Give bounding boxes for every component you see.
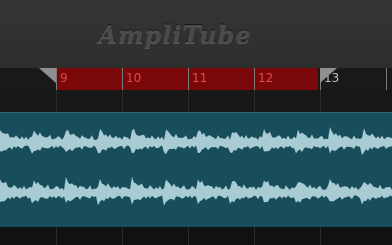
grid-line — [122, 90, 123, 112]
waveform-channel-right — [0, 176, 392, 206]
bar-line — [56, 68, 57, 90]
bar-line — [254, 68, 255, 90]
waveform-channel-left — [0, 127, 392, 155]
grid-line — [254, 227, 255, 245]
bar-line — [386, 68, 387, 90]
bar-label-12: 12 — [258, 71, 274, 85]
app-logo: AmpliTube — [98, 20, 252, 49]
loop-start-marker-icon[interactable] — [39, 68, 56, 83]
loop-region[interactable] — [56, 68, 318, 90]
waveform-graphic — [0, 127, 392, 206]
bar-line — [188, 68, 189, 90]
loop-end-marker-icon[interactable] — [320, 68, 337, 83]
grid-line — [254, 90, 255, 112]
marker-lane — [0, 90, 392, 112]
track-footer-lane — [0, 227, 392, 245]
timeline-ruler[interactable]: 9 10 11 12 13 — [0, 68, 392, 90]
title-bar: AmpliTube — [0, 0, 392, 68]
amplitube-timeline: AmpliTube 9 10 11 12 13 — [0, 0, 392, 245]
bar-line — [122, 68, 123, 90]
bar-label-10: 10 — [126, 71, 142, 85]
grid-line — [320, 90, 321, 112]
bar-label-11: 11 — [192, 71, 208, 85]
grid-line — [188, 227, 189, 245]
audio-track-waveform[interactable] — [0, 112, 392, 227]
grid-line — [320, 227, 321, 245]
grid-line — [188, 90, 189, 112]
bar-label-9: 9 — [60, 71, 68, 85]
grid-line — [56, 90, 57, 112]
grid-line — [56, 227, 57, 245]
grid-line — [122, 227, 123, 245]
